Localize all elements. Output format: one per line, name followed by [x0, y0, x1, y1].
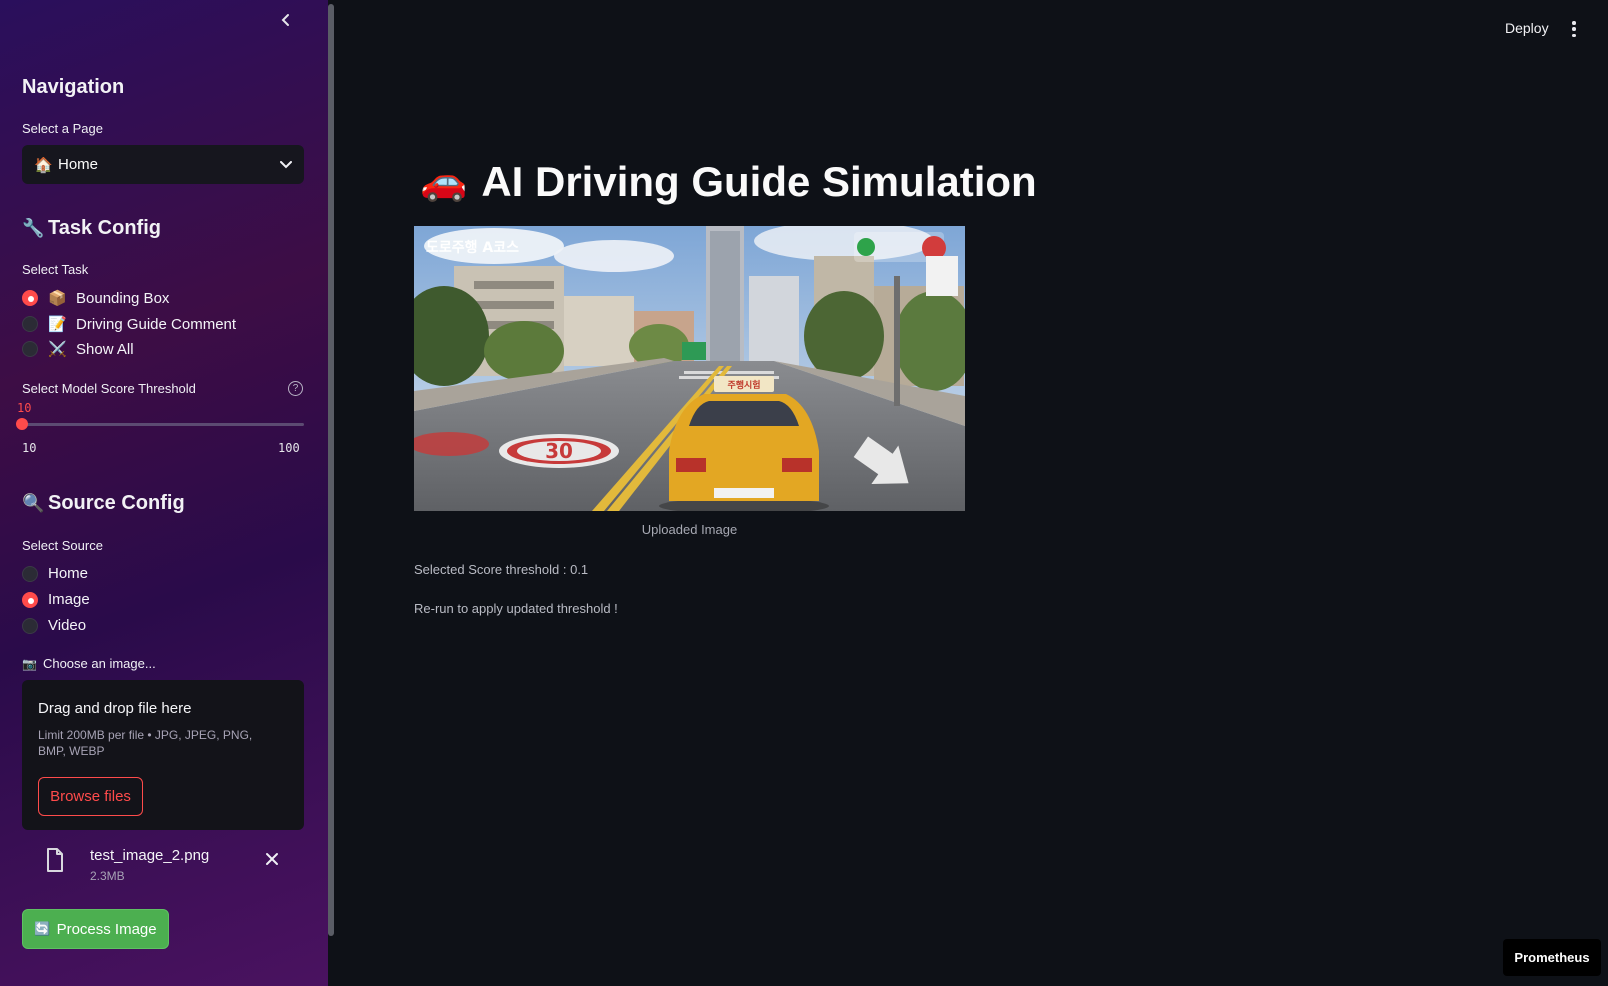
- select-task-label: Select Task: [22, 262, 89, 277]
- task-config-heading-text: Task Config: [48, 217, 161, 239]
- street-scene-illustration: 30 주행시험 도로주행 A코스: [414, 226, 965, 511]
- speed-marking-text: 30: [545, 439, 573, 463]
- image-caption: Uploaded Image: [641, 522, 738, 537]
- navigation-heading: Navigation: [22, 76, 125, 98]
- memo-icon: 📝: [48, 316, 67, 333]
- file-icon: [47, 848, 63, 872]
- page-select-label: Select a Page: [22, 121, 103, 136]
- source-radio-video[interactable]: Video: [22, 617, 86, 634]
- wrench-icon: 🔧: [22, 218, 45, 238]
- dropzone-title: Drag and drop file here: [38, 700, 192, 717]
- crossed-swords-icon: ⚔️: [48, 341, 67, 358]
- file-size: 2.3MB: [90, 869, 125, 883]
- image-overlay-text: 도로주행 A코스: [426, 240, 519, 256]
- radio-unselected-icon: [22, 316, 38, 332]
- rerun-info: Re-run to apply updated threshold !: [414, 601, 618, 616]
- source-config-heading-text: Source Config: [48, 492, 185, 514]
- browse-files-button[interactable]: Browse files: [38, 777, 143, 816]
- package-icon: 📦: [48, 290, 67, 307]
- task-label: Show All: [76, 340, 134, 358]
- taxi-sign-text: 주행시험: [727, 379, 760, 391]
- task-label: Driving Guide Comment: [76, 315, 237, 333]
- threshold-slider-track[interactable]: [22, 423, 304, 426]
- process-image-label: Process Image: [56, 920, 157, 938]
- task-radio-driving-guide-comment[interactable]: 📝 Driving Guide Comment: [22, 315, 236, 333]
- task-label: Bounding Box: [76, 289, 170, 307]
- sidebar: Navigation Select a Page 🏠 Home 🔧 Task C…: [0, 0, 328, 986]
- page-title-text: AI Driving Guide Simulation: [481, 158, 1037, 205]
- slider-current-value: 10: [17, 401, 32, 415]
- source-radio-home[interactable]: Home: [22, 565, 88, 582]
- magnifier-icon: 🔍: [22, 493, 45, 513]
- task-radio-show-all[interactable]: ⚔️ Show All: [22, 340, 134, 358]
- uploaded-file-row: test_image_2.png 2.3MB: [22, 840, 304, 888]
- close-icon: [266, 853, 278, 865]
- sidebar-scrollbar[interactable]: [328, 4, 334, 936]
- radio-unselected-icon: [22, 617, 38, 634]
- radio-unselected-icon: [22, 341, 38, 357]
- radio-selected-icon: [22, 290, 38, 306]
- slider-max-value: 100: [278, 441, 300, 455]
- camera-icon: 📷: [22, 656, 37, 671]
- task-config-heading: 🔧 Task Config: [22, 217, 161, 240]
- page-title: 🚗 AI Driving Guide Simulation: [420, 158, 1037, 206]
- car-icon: 🚗: [420, 161, 468, 203]
- refresh-icon: 🔄: [34, 921, 51, 936]
- main-menu-icon[interactable]: [1568, 20, 1580, 38]
- prometheus-badge[interactable]: Prometheus: [1503, 939, 1601, 976]
- source-label: Image: [48, 591, 90, 608]
- remove-file-button[interactable]: [265, 850, 279, 871]
- help-icon[interactable]: ?: [288, 381, 303, 396]
- radio-selected-icon: [22, 591, 38, 608]
- task-radio-bounding-box[interactable]: 📦 Bounding Box: [22, 289, 169, 307]
- chevron-down-icon: [280, 160, 292, 168]
- threshold-label: Select Model Score Threshold: [22, 381, 196, 396]
- uploaded-image: 30 주행시험 도로주행 A코스: [414, 226, 965, 511]
- deploy-button[interactable]: Deploy: [1505, 20, 1549, 36]
- file-dropzone[interactable]: Drag and drop file here Limit 200MB per …: [22, 680, 304, 830]
- source-label: Video: [48, 617, 87, 634]
- threshold-info: Selected Score threshold : 0.1: [414, 562, 589, 577]
- source-config-heading: 🔍 Source Config: [22, 492, 185, 515]
- process-image-button[interactable]: 🔄 Process Image: [22, 909, 169, 949]
- radio-unselected-icon: [22, 565, 38, 582]
- upload-label: 📷 Choose an image...: [22, 656, 156, 671]
- select-source-label: Select Source: [22, 538, 103, 553]
- upload-label-text: Choose an image...: [42, 656, 156, 671]
- page-select[interactable]: 🏠 Home: [22, 145, 304, 184]
- file-name: test_image_2.png: [90, 847, 210, 864]
- house-icon: 🏠: [34, 156, 53, 174]
- slider-min-value: 10: [22, 441, 37, 455]
- source-label: Home: [48, 565, 89, 582]
- collapse-sidebar-button[interactable]: [276, 10, 296, 30]
- source-radio-image[interactable]: Image: [22, 591, 90, 608]
- threshold-slider-thumb[interactable]: [16, 418, 28, 430]
- page-select-value: Home: [58, 156, 99, 173]
- dropzone-limits: Limit 200MB per file • JPG, JPEG, PNG, B…: [38, 728, 253, 758]
- chevron-left-icon: [281, 14, 289, 26]
